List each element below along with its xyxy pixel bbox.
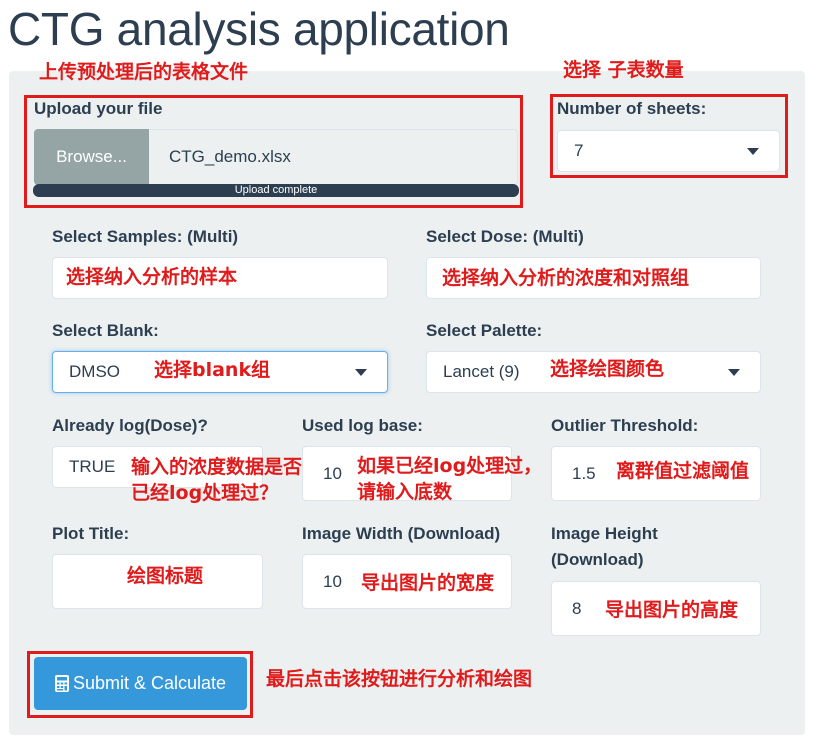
sheets-label: Number of sheets: <box>557 99 707 118</box>
annotation-plot-title: 绘图标题 <box>127 565 204 587</box>
dose-label: Select Dose: (Multi) <box>426 227 584 246</box>
annotation-sheets: 选择 子表数量 <box>563 59 684 81</box>
annotation-already-log-1: 输入的浓度数据是否 <box>131 456 303 478</box>
image-width-value: 10 <box>323 571 342 591</box>
annotation-already-log-2: 已经log处理过？ <box>131 482 279 504</box>
image-height-value: 8 <box>572 598 582 618</box>
chevron-down-icon <box>747 148 759 155</box>
calculator-icon <box>54 675 69 692</box>
image-height-label: Image Height (Download) <box>551 524 658 569</box>
already-log-value: TRUE <box>69 457 116 476</box>
upload-progress-text: Upload complete <box>234 184 318 196</box>
blank-label: Select Blank: <box>52 321 159 340</box>
log-base-label: Used log base: <box>302 416 423 435</box>
sheets-value: 7 <box>574 141 584 160</box>
chevron-down-icon <box>728 369 740 376</box>
image-width-label: Image Width (Download) <box>302 524 501 543</box>
upload-label: Upload your file <box>34 99 163 118</box>
annotation-outlier: 离群值过滤阈值 <box>616 460 750 482</box>
palette-label: Select Palette: <box>426 321 543 340</box>
submit-calculate-button[interactable]: Submit & Calculate <box>34 657 247 710</box>
file-name-field[interactable]: CTG_demo.xlsx <box>149 129 518 185</box>
annotation-submit: 最后点击该按钮进行分析和绘图 <box>266 668 533 690</box>
log-base-value: 10 <box>323 463 342 483</box>
samples-label: Select Samples: (Multi) <box>52 227 239 246</box>
annotation-blank: 选择blank组 <box>154 359 271 381</box>
outlier-label: Outlier Threshold: <box>551 416 699 435</box>
annotation-image-width: 导出图片的宽度 <box>361 572 495 594</box>
upload-progress-bar: Upload complete <box>33 184 519 197</box>
already-log-label: Already log(Dose)? <box>52 416 208 435</box>
browse-button[interactable]: Browse... <box>34 129 149 185</box>
annotation-dose: 选择纳入分析的浓度和对照组 <box>442 267 690 289</box>
file-name-text: CTG_demo.xlsx <box>169 147 291 166</box>
annotation-image-height: 导出图片的高度 <box>605 599 739 621</box>
palette-value: Lancet (9) <box>443 362 520 381</box>
blank-value: DMSO <box>69 362 120 381</box>
submit-button-label: Submit & Calculate <box>72 673 227 693</box>
plot-title-label: Plot Title: <box>52 524 130 543</box>
annotation-upload: 上传预处理后的表格文件 <box>39 61 249 83</box>
annotation-log-base-2: 请输入底数 <box>357 481 453 503</box>
outlier-value: 1.5 <box>572 463 596 483</box>
page-title: CTG analysis application <box>8 3 510 55</box>
annotation-samples: 选择纳入分析的样本 <box>66 266 238 288</box>
annotation-log-base-1: 如果已经log处理过， <box>357 455 543 477</box>
sheets-select[interactable]: 7 <box>557 130 780 172</box>
annotation-palette: 选择绘图颜色 <box>550 358 665 380</box>
chevron-down-icon <box>355 369 367 376</box>
